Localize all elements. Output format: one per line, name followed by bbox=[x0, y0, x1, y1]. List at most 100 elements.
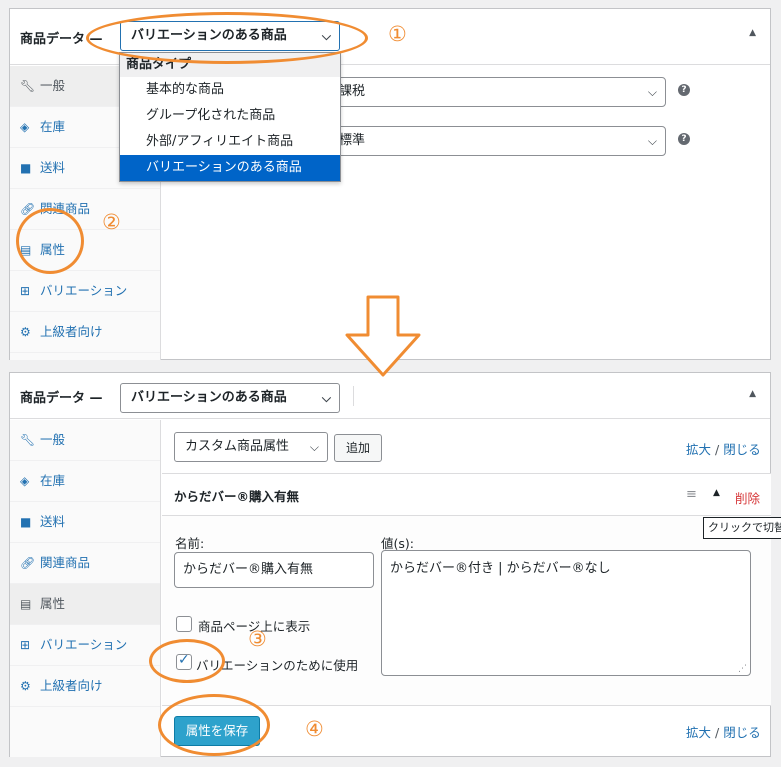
drag-handle-icon[interactable]: ≡ bbox=[686, 487, 697, 502]
product-type-value: バリエーションのある商品 bbox=[131, 390, 287, 405]
collapse-toggle-icon[interactable]: ▲ bbox=[749, 389, 756, 399]
used-for-variations-label: バリエーションのために使用 bbox=[196, 658, 359, 673]
down-arrow-icon bbox=[345, 295, 421, 377]
chevron-down-icon: ⌵ bbox=[321, 391, 331, 405]
tag-icon: ◈ bbox=[20, 120, 30, 134]
tab-label: 一般 bbox=[40, 78, 66, 93]
visible-on-product-page-checkbox[interactable] bbox=[176, 616, 192, 632]
tab-advanced[interactable]: ⚙ 上級者向け bbox=[10, 312, 160, 353]
tab-linked-products[interactable]: 🔗︎ 関連商品 bbox=[10, 543, 160, 584]
annotation-number-1: ① bbox=[388, 22, 407, 46]
checkmark-icon: ✓ bbox=[178, 652, 190, 668]
tab-label: 属性 bbox=[40, 242, 66, 257]
tab-attributes[interactable]: ▤ 属性 bbox=[10, 230, 160, 271]
expand-link[interactable]: 拡大 bbox=[686, 725, 711, 740]
tooltip: クリックで切替 bbox=[703, 517, 781, 539]
expand-collapse-links: 拡大 / 閉じる bbox=[686, 722, 761, 741]
attribute-title: からだバー®購入有無 bbox=[174, 489, 300, 504]
wrench-icon: 🔧︎ bbox=[20, 79, 36, 93]
divider bbox=[353, 386, 354, 406]
list-icon: ▤ bbox=[20, 597, 32, 611]
tab-label: 送料 bbox=[40, 514, 66, 529]
toggle-arrow-icon[interactable]: ▲ bbox=[713, 488, 720, 498]
link-icon: 🔗︎ bbox=[20, 202, 36, 216]
tax-class-value: 標準 bbox=[339, 133, 366, 148]
tab-label: 関連商品 bbox=[40, 201, 91, 216]
tab-linked-products[interactable]: 🔗︎ 関連商品 bbox=[10, 189, 160, 230]
tab-attributes[interactable]: ▤ 属性 bbox=[10, 584, 160, 625]
attribute-header[interactable]: からだバー®購入有無 ≡ ▲ 削除 bbox=[162, 473, 771, 516]
tab-label: 在庫 bbox=[40, 473, 66, 488]
annotation-number-2: ② bbox=[102, 210, 121, 234]
tab-general[interactable]: 🔧︎ 一般 bbox=[10, 420, 160, 461]
tab-label: バリエーション bbox=[40, 637, 128, 652]
product-type-select[interactable]: バリエーションのある商品 ⌵ bbox=[120, 21, 340, 51]
gear-icon: ⚙ bbox=[20, 325, 31, 339]
tab-variations[interactable]: ⊞ バリエーション bbox=[10, 625, 160, 666]
tab-label: 関連商品 bbox=[40, 555, 91, 570]
attribute-name-value: からだバー®購入有無 bbox=[183, 562, 314, 577]
panel-header: 商品データ — バリエーションのある商品 ⌵ ▲ bbox=[10, 373, 770, 419]
attribute-values-value: からだバー®付き | からだバー®なし bbox=[390, 561, 611, 576]
tab-label: バリエーション bbox=[40, 283, 128, 298]
chevron-down-icon: ⌵ bbox=[647, 134, 657, 148]
link-separator: / bbox=[715, 725, 720, 740]
panel-title: 商品データ — bbox=[20, 32, 103, 47]
wrench-icon: 🔧︎ bbox=[20, 433, 36, 447]
chevron-down-icon: ⌵ bbox=[647, 85, 657, 99]
product-data-tabs: 🔧︎ 一般 ◈ 在庫 ■ 送料 🔗︎ 関連商品 ▤ 属性 ⊞ バリエーション ⚙ 上級者向け bbox=[10, 420, 161, 757]
collapse-link[interactable]: 閉じる bbox=[723, 725, 761, 740]
attribute-type-select[interactable]: カスタム商品属性 ⌵ bbox=[174, 432, 328, 462]
annotation-number-3: ③ bbox=[248, 627, 267, 651]
tax-class-select[interactable]: 標準 ⌵ bbox=[330, 126, 666, 156]
dropdown-group-label: 商品タイプ bbox=[120, 53, 340, 77]
option-external-product[interactable]: 外部/アフィリエイト商品 bbox=[120, 129, 340, 155]
truck-icon: ■ bbox=[20, 161, 32, 175]
collapse-toggle-icon[interactable]: ▲ bbox=[749, 28, 756, 38]
tab-label: 属性 bbox=[40, 596, 66, 611]
annotation-number-4: ④ bbox=[305, 717, 324, 741]
delete-link[interactable]: 削除 bbox=[735, 488, 760, 507]
save-attributes-button[interactable]: 属性を保存 bbox=[174, 716, 260, 746]
collapse-link[interactable]: 閉じる bbox=[723, 442, 761, 457]
used-for-variations-checkbox[interactable]: ✓ bbox=[176, 652, 192, 670]
tab-inventory[interactable]: ◈ 在庫 bbox=[10, 461, 160, 502]
attribute-values-textarea[interactable]: からだバー®付き | からだバー®なし ⋰ bbox=[381, 550, 751, 676]
tab-label: 上級者向け bbox=[40, 324, 103, 339]
option-grouped-product[interactable]: グループ化された商品 bbox=[120, 103, 340, 129]
grid-icon: ⊞ bbox=[20, 638, 31, 652]
resize-grip-icon[interactable]: ⋰ bbox=[738, 664, 747, 674]
tab-label: 上級者向け bbox=[40, 678, 103, 693]
tab-label: 送料 bbox=[40, 160, 66, 175]
tab-shipping[interactable]: ■ 送料 bbox=[10, 502, 160, 543]
product-type-value: バリエーションのある商品 bbox=[131, 28, 287, 43]
list-icon: ▤ bbox=[20, 243, 32, 257]
truck-icon: ■ bbox=[20, 515, 32, 529]
expand-link[interactable]: 拡大 bbox=[686, 442, 711, 457]
expand-collapse-links: 拡大 / 閉じる bbox=[686, 439, 761, 458]
attribute-type-value: カスタム商品属性 bbox=[185, 439, 290, 454]
chevron-down-icon: ⌵ bbox=[309, 440, 319, 454]
product-type-select[interactable]: バリエーションのある商品 ⌵ bbox=[120, 383, 340, 413]
help-icon[interactable]: ? bbox=[678, 84, 690, 96]
product-type-dropdown: 商品タイプ 基本的な商品 グループ化された商品 外部/アフィリエイト商品 バリエ… bbox=[119, 52, 341, 182]
tax-status-select[interactable]: 課税 ⌵ bbox=[330, 77, 666, 107]
panel-title: 商品データ — bbox=[20, 391, 103, 406]
tab-variations[interactable]: ⊞ バリエーション bbox=[10, 271, 160, 312]
gear-icon: ⚙ bbox=[20, 679, 31, 693]
tab-label: 在庫 bbox=[40, 119, 66, 134]
link-icon: 🔗︎ bbox=[20, 556, 36, 570]
product-data-panel-bottom: 商品データ — バリエーションのある商品 ⌵ ▲ 🔧︎ 一般 ◈ 在庫 ■ 送料 🔗︎… bbox=[9, 372, 781, 757]
name-label: 名前: bbox=[175, 536, 205, 551]
option-simple-product[interactable]: 基本的な商品 bbox=[120, 77, 340, 103]
tab-advanced[interactable]: ⚙ 上級者向け bbox=[10, 666, 160, 707]
tag-icon: ◈ bbox=[20, 474, 30, 488]
chevron-down-icon: ⌵ bbox=[321, 29, 331, 43]
help-icon[interactable]: ? bbox=[678, 133, 690, 145]
link-separator: / bbox=[715, 442, 720, 457]
option-variable-product[interactable]: バリエーションのある商品 bbox=[120, 155, 340, 181]
attribute-name-input[interactable]: からだバー®購入有無 bbox=[174, 552, 374, 588]
grid-icon: ⊞ bbox=[20, 284, 31, 298]
tab-label: 一般 bbox=[40, 432, 66, 447]
add-attribute-button[interactable]: 追加 bbox=[334, 434, 382, 462]
